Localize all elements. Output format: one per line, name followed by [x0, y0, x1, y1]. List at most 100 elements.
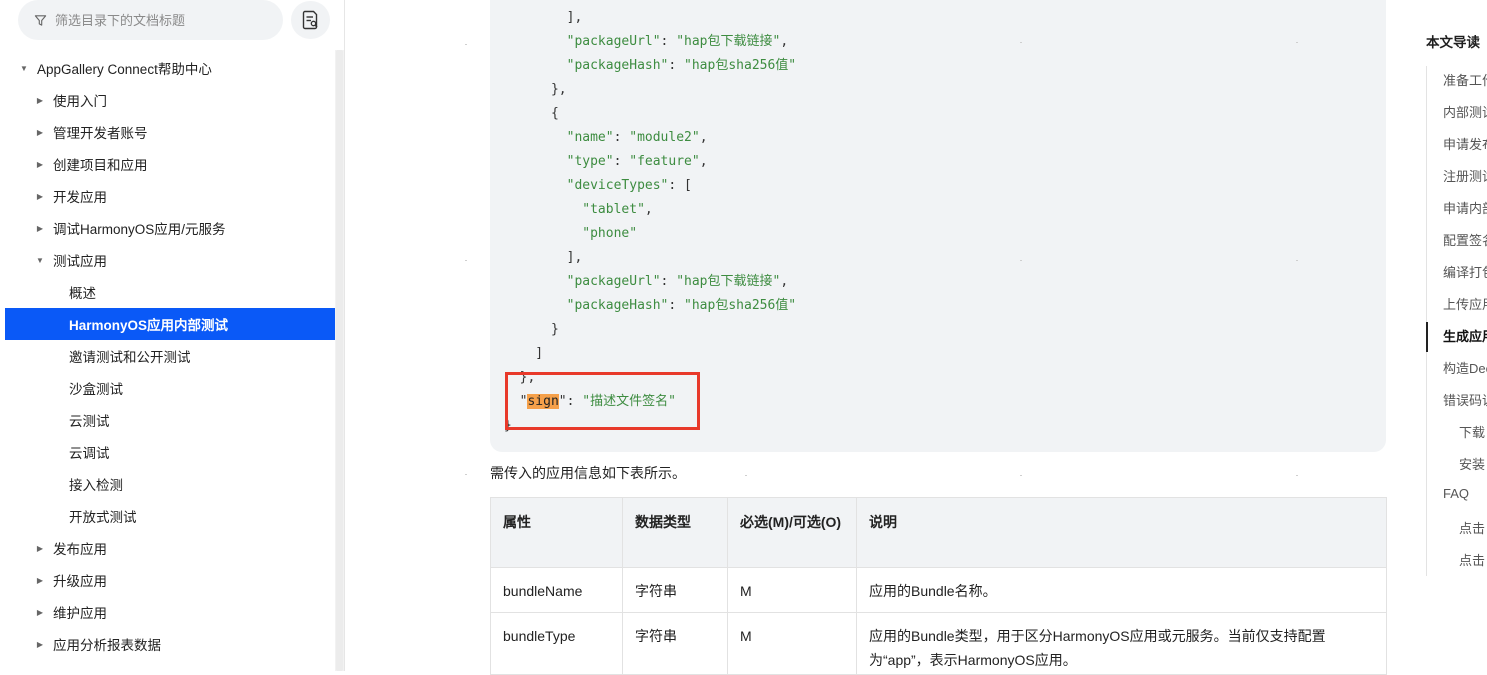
filter-box[interactable] — [18, 0, 283, 40]
sidebar-item[interactable]: ▶ 创建项目和应用 — [5, 148, 335, 180]
caret-right-icon[interactable]: ▶ — [35, 96, 45, 105]
caret-down-icon[interactable]: ▼ — [19, 64, 29, 73]
sidebar: ▼ AppGallery Connect帮助中心 ▶ 使用入门 ▶ 管理开发者账号 ▶ 创建项… — [0, 0, 345, 671]
code-line: "name": "module2", — [504, 126, 708, 150]
sidebar-item[interactable]: 云测试 — [5, 404, 335, 436]
filter-input[interactable] — [55, 12, 255, 28]
sidebar-item[interactable]: 云调试 — [5, 436, 335, 468]
code-token: "deviceTypes" — [566, 178, 669, 193]
app-info-table: 属性 数据类型 必选(M)/可选(O) 说明 bundleName 字符串 M … — [490, 497, 1387, 675]
doc-tree: ▼ AppGallery Connect帮助中心 ▶ 使用入门 ▶ 管理开发者账号 ▶ 创建项… — [5, 52, 335, 660]
table-header-cell: 属性 — [490, 497, 623, 568]
sidebar-item[interactable]: ▶ 维护应用 — [5, 596, 335, 628]
toc-item[interactable]: 上传应用 — [1443, 294, 1487, 313]
document-toggle-button[interactable] — [291, 1, 330, 39]
sidebar-item[interactable]: 邀请测试和公开测试 — [5, 340, 335, 372]
code-line: ], — [504, 246, 583, 270]
table-cell: 字符串 — [622, 612, 728, 675]
sidebar-item-label: 沙盒测试 — [69, 382, 123, 397]
background-dot — [1020, 260, 1022, 261]
sidebar-item[interactable]: ▶ 应用分析报表数据 — [5, 628, 335, 660]
sidebar-item-label: 发布应用 — [53, 542, 107, 557]
caret-right-icon[interactable]: ▶ — [35, 160, 45, 169]
toc-item[interactable]: 点击 — [1459, 550, 1485, 569]
code-token: : — [613, 154, 630, 169]
sidebar-item-label: 创建项目和应用 — [53, 158, 148, 173]
sidebar-item-label: 开放式测试 — [69, 510, 137, 525]
code-line: "packageUrl": "hap包下载链接", — [504, 270, 789, 294]
table-cell: bundleName — [490, 567, 623, 613]
code-line: "packageHash": "hap包sha256值" — [504, 54, 797, 78]
toc-item[interactable]: 申请发布 — [1443, 134, 1487, 153]
toc-item[interactable]: 下载 — [1459, 422, 1485, 441]
sidebar-item[interactable]: ▶ 管理开发者账号 — [5, 116, 335, 148]
toc-item[interactable]: 申请内部 — [1443, 198, 1487, 217]
sidebar-item[interactable]: 沙盒测试 — [5, 372, 335, 404]
background-dot — [1296, 260, 1298, 261]
sidebar-item[interactable]: HarmonyOS应用内部测试 — [5, 308, 335, 340]
toc-item[interactable]: 编译打包 — [1443, 262, 1487, 281]
toc-item[interactable]: 点击 — [1459, 518, 1485, 537]
code-token: ], — [504, 10, 583, 25]
caret-down-icon[interactable]: ▼ — [35, 256, 45, 265]
code-token: }, — [504, 82, 567, 97]
sidebar-item-label: AppGallery Connect帮助中心 — [37, 62, 212, 77]
table-header-cell: 必选(M)/可选(O) — [727, 497, 857, 568]
table-header-cell: 数据类型 — [622, 497, 728, 568]
toc-item[interactable]: 错误码说 — [1443, 390, 1487, 409]
caret-right-icon[interactable]: ▶ — [35, 608, 45, 617]
caret-right-icon[interactable]: ▶ — [35, 576, 45, 585]
toc-item[interactable]: 配置签名 — [1443, 230, 1487, 249]
sidebar-item[interactable]: 概述 — [5, 276, 335, 308]
background-dot — [1296, 475, 1298, 476]
sidebar-item[interactable]: 开放式测试 — [5, 500, 335, 532]
sidebar-scrollbar-thumb[interactable] — [336, 50, 343, 671]
sidebar-item[interactable]: ▶ 调试HarmonyOS应用/元服务 — [5, 212, 335, 244]
sidebar-item-label: 云调试 — [69, 446, 110, 461]
table-cell: 字符串 — [622, 567, 728, 613]
toc-rail — [1426, 66, 1427, 576]
table-cell: bundleType — [490, 612, 623, 675]
sidebar-item[interactable]: ▶ 发布应用 — [5, 532, 335, 564]
sidebar-item[interactable]: ▶ 使用入门 — [5, 84, 335, 116]
code-token: "hap包下载链接" — [676, 274, 781, 289]
toc-item[interactable]: FAQ — [1443, 486, 1469, 501]
sidebar-item[interactable]: ▼ 测试应用 — [5, 244, 335, 276]
toc-item[interactable]: 构造Deep — [1443, 358, 1487, 377]
sidebar-item[interactable]: ▶ 升级应用 — [5, 564, 335, 596]
table-header-row: 属性 数据类型 必选(M)/可选(O) 说明 — [490, 497, 1387, 568]
sidebar-item-label: 维护应用 — [53, 606, 107, 621]
code-token: : [ — [668, 178, 692, 193]
background-dot — [1296, 42, 1298, 43]
caret-right-icon[interactable]: ▶ — [35, 224, 45, 233]
code-token: "feature" — [629, 154, 700, 169]
caret-right-icon[interactable]: ▶ — [35, 128, 45, 137]
code-token: ], — [504, 250, 583, 265]
toc-item[interactable]: 生成应用 — [1443, 326, 1487, 345]
sidebar-item[interactable]: ▼ AppGallery Connect帮助中心 — [5, 52, 335, 84]
code-token: ] — [504, 346, 544, 361]
caret-right-icon[interactable]: ▶ — [35, 640, 45, 649]
intro-text: 需传入的应用信息如下表所示。 — [490, 465, 686, 481]
document-search-icon — [302, 10, 317, 30]
code-token: "packageHash" — [566, 58, 669, 73]
toc-item[interactable]: 注册测试 — [1443, 166, 1487, 185]
code-token: "hap包sha256值" — [684, 298, 797, 313]
caret-right-icon[interactable]: ▶ — [35, 192, 45, 201]
toc-item[interactable]: 安装 — [1459, 454, 1485, 473]
code-line: "tablet", — [504, 198, 652, 222]
caret-right-icon[interactable]: ▶ — [35, 544, 45, 553]
table-cell: M — [727, 567, 857, 613]
sidebar-divider — [344, 0, 345, 671]
toc-item[interactable]: 准备工作 — [1443, 70, 1487, 89]
sidebar-item[interactable]: ▶ 开发应用 — [5, 180, 335, 212]
code-token: "hap包下载链接" — [676, 34, 781, 49]
code-line: "phone" — [504, 222, 637, 246]
toc-item[interactable]: 内部测试 — [1443, 102, 1487, 121]
sidebar-item[interactable]: 接入检测 — [5, 468, 335, 500]
